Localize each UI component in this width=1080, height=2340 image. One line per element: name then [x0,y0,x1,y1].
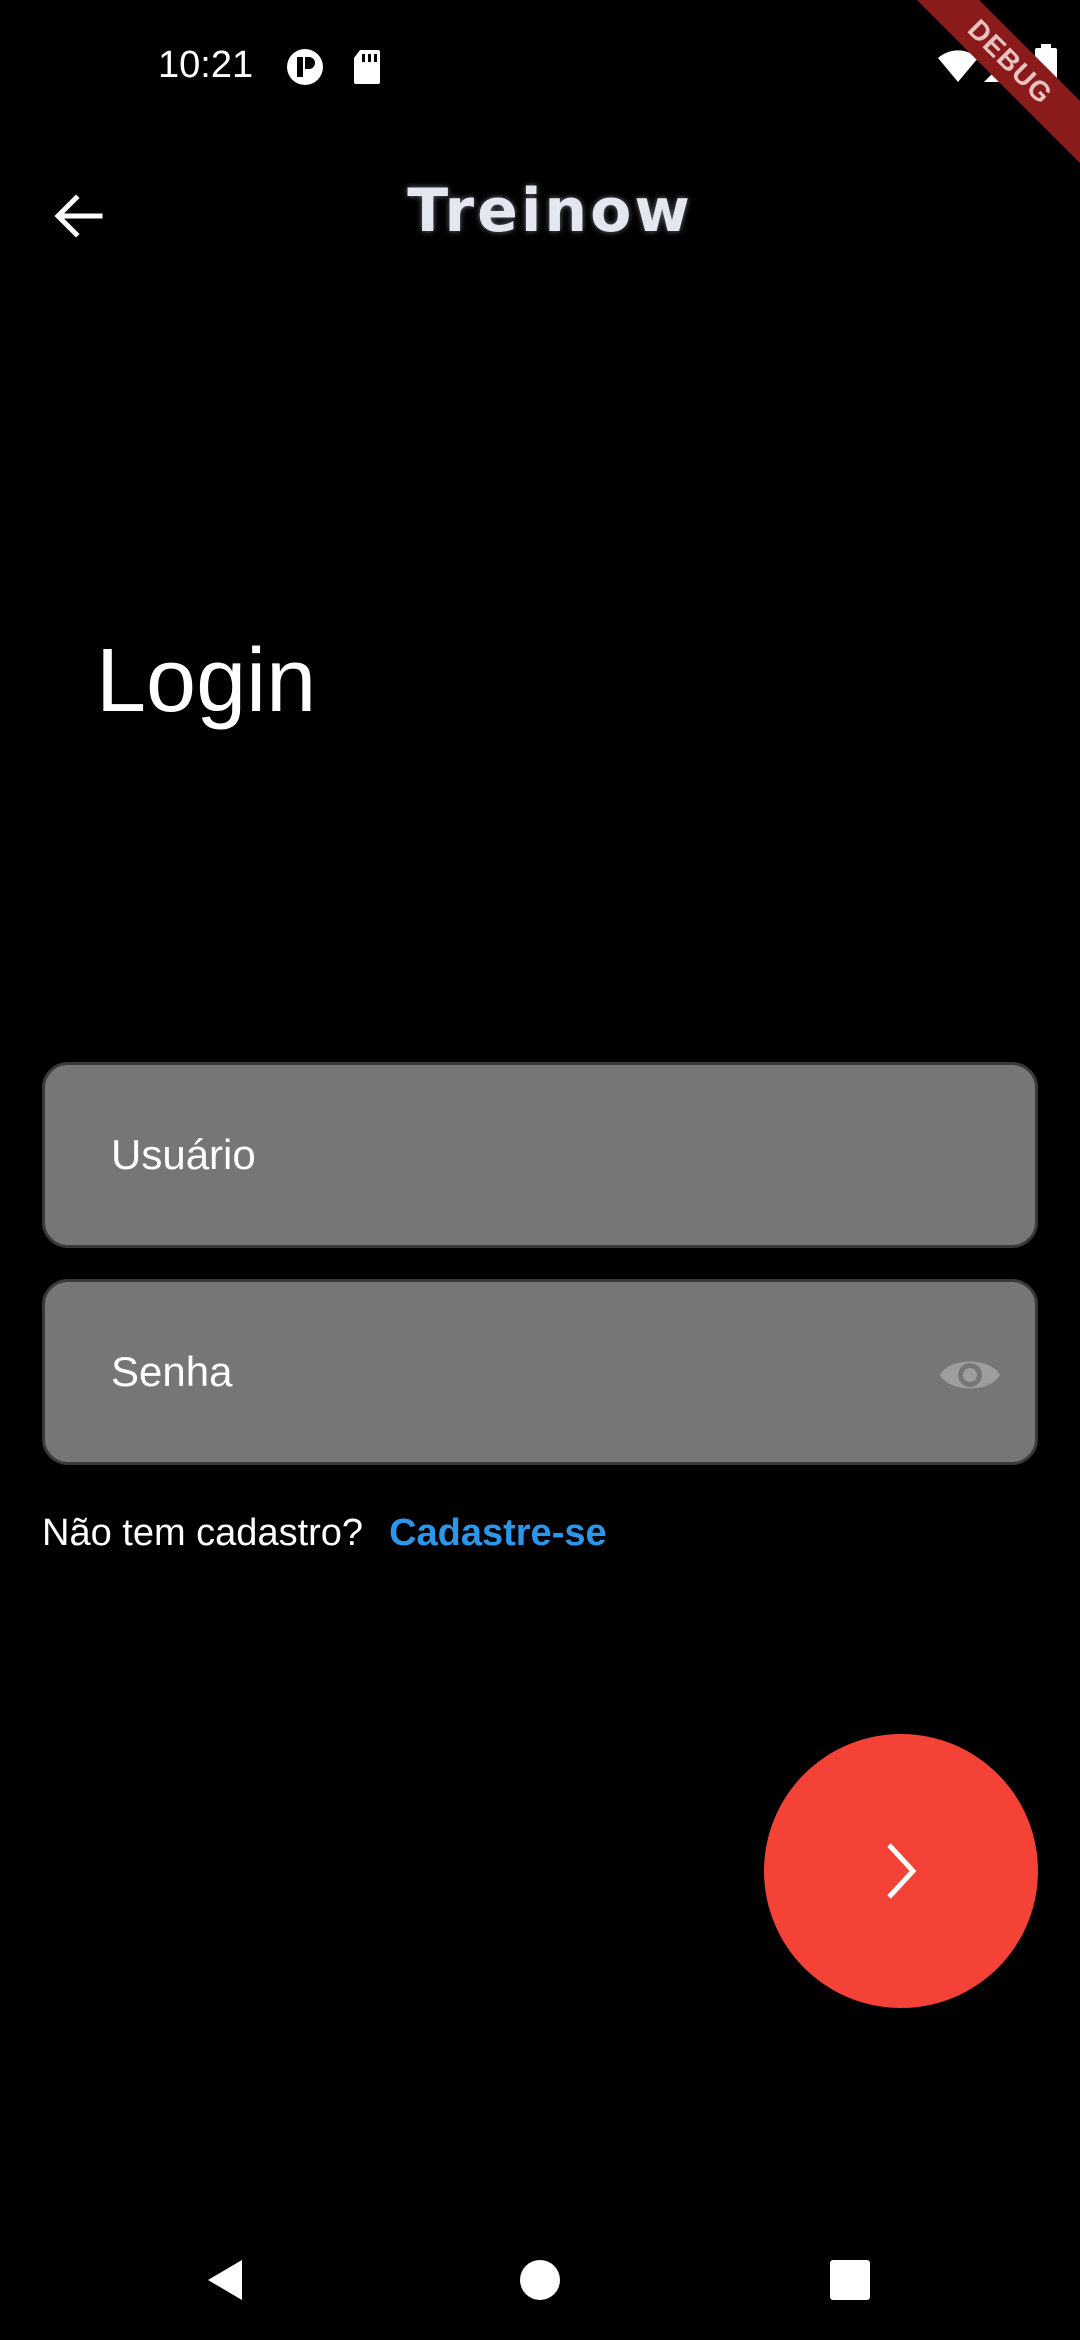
username-input[interactable] [111,1065,911,1245]
nav-recents-button[interactable] [820,2250,880,2310]
back-triangle-icon [208,2260,242,2300]
signup-row: Não tem cadastro? Cadastre-se [42,1512,607,1555]
signup-prompt: Não tem cadastro? [42,1512,364,1554]
next-button[interactable] [764,1734,1038,2008]
eye-icon [940,1361,1000,1389]
status-time: 10:21 [158,44,254,86]
notification-app-icon [286,48,324,91]
recents-square-icon [830,2260,870,2300]
app-title: Treinow [407,176,693,246]
password-visibility-toggle[interactable] [935,1340,1005,1410]
password-input[interactable] [111,1282,911,1462]
nav-home-button[interactable] [510,2250,570,2310]
signup-link[interactable]: Cadastre-se [389,1512,607,1554]
home-circle-icon [520,2260,560,2300]
navigation-bar [0,2210,1080,2340]
password-field[interactable] [42,1279,1038,1465]
status-bar: 10:21 DEBUG [0,0,1080,170]
nav-back-button[interactable] [196,2250,256,2310]
username-field[interactable] [42,1062,1038,1248]
page-title: Login [96,631,317,731]
app-bar: Treinow [0,150,1080,280]
chevron-right-icon [887,1843,917,1899]
sd-card-icon [352,48,382,91]
